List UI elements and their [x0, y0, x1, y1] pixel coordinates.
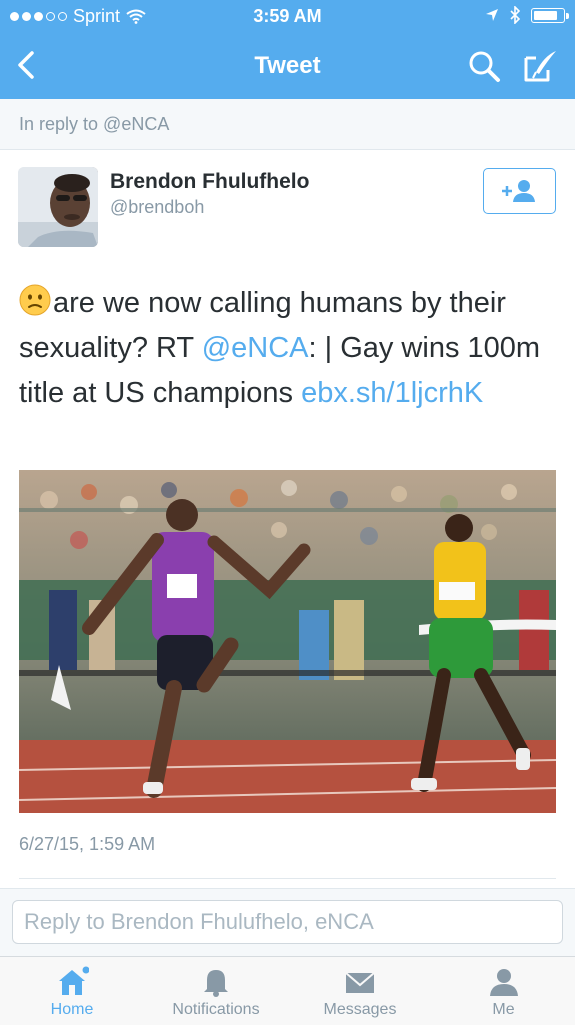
tab-home[interactable]: Home [0, 957, 144, 1025]
tweet-text: are we now calling humans by their sexua… [19, 281, 559, 416]
divider [19, 878, 556, 879]
in-reply-to-text: In reply to @eNCA [19, 114, 170, 134]
top-bar: Sprint 3:59 AM Tweet [0, 0, 575, 99]
add-user-icon [502, 180, 535, 202]
tab-label: Messages [323, 1001, 397, 1018]
mention-link[interactable]: @eNCA [202, 332, 309, 364]
reply-input[interactable] [12, 900, 563, 944]
avatar-photo [18, 167, 98, 247]
status-bar: Sprint 3:59 AM [0, 0, 575, 32]
bluetooth-icon [510, 6, 521, 24]
bell-icon [204, 970, 228, 997]
nav-bar: Tweet [0, 32, 575, 99]
follow-button[interactable] [483, 168, 556, 214]
location-arrow-icon [486, 9, 498, 21]
tab-label: Me [492, 1001, 515, 1018]
tab-bar: Home Notifications Messages Me [0, 956, 575, 1025]
tab-label: Notifications [172, 1001, 260, 1018]
author-handle[interactable]: @brendboh [110, 197, 204, 218]
envelope-icon [345, 972, 375, 993]
battery-icon [531, 7, 569, 23]
person-icon [489, 969, 518, 996]
search-icon[interactable] [466, 48, 502, 84]
url-link[interactable]: ebx.sh/1ljcrhK [301, 377, 483, 409]
author-name[interactable]: Brendon Fhulufhelo [110, 170, 309, 194]
compose-tweet-icon[interactable] [522, 48, 560, 84]
tab-notifications[interactable]: Notifications [144, 957, 288, 1025]
tab-label: Home [50, 1001, 94, 1018]
tab-me[interactable]: Me [432, 957, 575, 1025]
in-reply-to-bar[interactable]: In reply to @eNCA [0, 99, 575, 150]
tweet-timestamp: 6/27/15, 1:59 AM [19, 834, 156, 854]
tweet-photo[interactable] [19, 470, 556, 813]
avatar[interactable] [18, 167, 98, 247]
confused-face-emoji-icon [19, 284, 51, 316]
home-icon [59, 966, 89, 995]
sprint-race-photo [19, 470, 556, 813]
tab-messages[interactable]: Messages [288, 957, 432, 1025]
